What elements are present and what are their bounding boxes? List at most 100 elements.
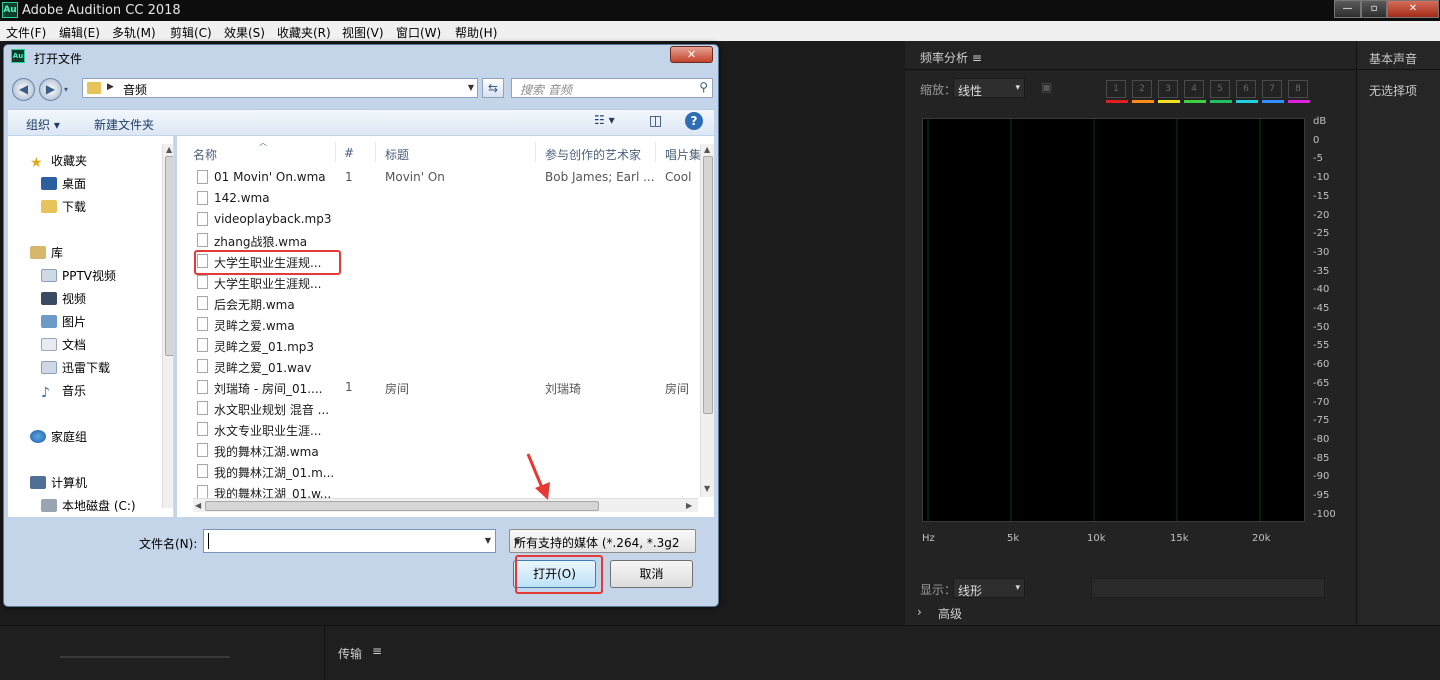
- file-row[interactable]: videoplayback.mp3: [177, 209, 697, 230]
- menu-clip[interactable]: 剪辑(C): [170, 24, 212, 41]
- file-row[interactable]: 我的舞林江湖_01.m...: [177, 461, 697, 482]
- search-input[interactable]: 搜索 音频 ⚲: [511, 78, 713, 98]
- advanced-label[interactable]: 高级: [938, 605, 962, 622]
- scroll-right-icon[interactable]: ▶: [686, 501, 692, 510]
- menu-window[interactable]: 窗口(W): [396, 24, 441, 41]
- nav-homegroup[interactable]: 家庭组: [30, 428, 87, 445]
- nav-scrollbar[interactable]: ▲: [162, 144, 173, 508]
- chevron-down-icon[interactable]: ▼: [468, 83, 474, 92]
- nav-documents[interactable]: 文档: [41, 336, 86, 353]
- menu-multitrack[interactable]: 多轨(M): [112, 24, 156, 41]
- channel-6-button[interactable]: 6: [1236, 80, 1258, 103]
- column-album[interactable]: 唱片集: [665, 146, 701, 163]
- zoom-select[interactable]: 线性 ▾: [953, 78, 1025, 98]
- view-options-icon[interactable]: ☷ ▾: [594, 113, 615, 127]
- back-button[interactable]: ◀: [12, 78, 35, 101]
- file-name: 我的舞林江湖_01.m...: [214, 466, 335, 480]
- cancel-button[interactable]: 取消: [610, 560, 693, 588]
- search-icon[interactable]: ⚲: [699, 80, 708, 94]
- volume-slider[interactable]: [60, 656, 230, 658]
- nav-desktop[interactable]: 桌面: [41, 175, 86, 192]
- menu-edit[interactable]: 编辑(E): [59, 24, 100, 41]
- scroll-down-icon[interactable]: ▼: [704, 484, 710, 493]
- breadcrumb-arrow-icon[interactable]: ▶: [107, 82, 114, 92]
- channel-4-button[interactable]: 4: [1184, 80, 1206, 103]
- preview-pane-icon[interactable]: ◫: [649, 113, 662, 129]
- column-separator[interactable]: [335, 142, 336, 162]
- history-dropdown-icon[interactable]: ▾: [64, 85, 68, 94]
- column-name[interactable]: 名称: [193, 146, 217, 163]
- chevron-right-icon[interactable]: ›: [917, 605, 922, 619]
- menu-view[interactable]: 视图(V): [342, 24, 384, 41]
- file-list-hscrollbar[interactable]: ◀ ▶: [193, 498, 698, 512]
- menu-favorites[interactable]: 收藏夹(R): [277, 24, 331, 41]
- vscroll-thumb[interactable]: [703, 156, 713, 414]
- column-separator[interactable]: [375, 142, 376, 162]
- file-row[interactable]: 大学生职业生涯规...: [177, 272, 697, 293]
- column-title[interactable]: 标题: [385, 146, 409, 163]
- nav-scroll-thumb[interactable]: [165, 156, 173, 356]
- menu-file[interactable]: 文件(F): [6, 24, 46, 41]
- help-icon[interactable]: ?: [685, 112, 703, 130]
- refresh-button[interactable]: ⇆: [482, 78, 504, 98]
- file-type-filter[interactable]: 所有支持的媒体 (*.264, *.3g2, ▼: [509, 529, 696, 553]
- channel-7-button[interactable]: 7: [1262, 80, 1284, 103]
- column-number[interactable]: #: [344, 146, 354, 160]
- forward-button[interactable]: ▶: [39, 78, 62, 101]
- address-bar[interactable]: ▶ 音频 ▼: [82, 78, 478, 98]
- scroll-up-icon[interactable]: ▲: [166, 145, 172, 154]
- file-row[interactable]: 灵眸之爱_01.mp3: [177, 335, 697, 356]
- nav-local-disk[interactable]: 本地磁盘 (C:): [41, 497, 136, 514]
- nav-pptv[interactable]: PPTV视频: [41, 267, 116, 284]
- minimize-button[interactable]: —: [1334, 0, 1361, 18]
- column-artist[interactable]: 参与创作的艺术家: [545, 146, 641, 163]
- column-separator[interactable]: [655, 142, 656, 162]
- file-row[interactable]: 我的舞林江湖.wma: [177, 440, 697, 461]
- nav-videos[interactable]: 视频: [41, 290, 86, 307]
- display-select[interactable]: 线形 ▾: [953, 578, 1025, 598]
- chevron-down-icon[interactable]: ▼: [485, 536, 491, 545]
- file-row[interactable]: 灵眸之爱.wma: [177, 314, 697, 335]
- file-row[interactable]: 水文专业职业生涯...: [177, 419, 697, 440]
- lock-icon[interactable]: ▣: [1041, 80, 1052, 94]
- file-icon: [197, 380, 208, 394]
- nav-downloads[interactable]: 下载: [41, 198, 86, 215]
- file-row[interactable]: 142.wma: [177, 188, 697, 209]
- panel-menu-icon[interactable]: ≡: [372, 644, 382, 658]
- nav-libraries[interactable]: 库: [30, 244, 63, 261]
- spectrum-graph[interactable]: [922, 118, 1305, 522]
- new-folder-button[interactable]: 新建文件夹: [94, 116, 154, 133]
- channel-1-button[interactable]: 1: [1106, 80, 1128, 103]
- file-row[interactable]: 水文职业规划 混音 ...: [177, 398, 697, 419]
- column-separator[interactable]: [535, 142, 536, 162]
- organize-button[interactable]: 组织 ▾: [26, 116, 60, 133]
- channel-5-button[interactable]: 5: [1210, 80, 1232, 103]
- channel-8-button[interactable]: 8: [1288, 80, 1310, 103]
- dialog-close-button[interactable]: ✕: [670, 46, 713, 63]
- menu-effects[interactable]: 效果(S): [224, 24, 265, 41]
- breadcrumb-audio[interactable]: 音频: [123, 81, 147, 98]
- file-list-vscrollbar[interactable]: ▲ ▼: [700, 144, 714, 497]
- nav-favorites[interactable]: ★ 收藏夹: [30, 152, 87, 171]
- channel-2-button[interactable]: 2: [1132, 80, 1154, 103]
- channel-3-button[interactable]: 3: [1158, 80, 1180, 103]
- file-row[interactable]: 01 Movin' On.wma 1 Movin' On Bob James; Ear…: [177, 167, 697, 188]
- nav-xunlei[interactable]: 迅雷下载: [41, 359, 110, 376]
- close-app-button[interactable]: ✕: [1387, 0, 1439, 18]
- file-row[interactable]: 灵眸之爱_01.wav: [177, 356, 697, 377]
- menu-help[interactable]: 帮助(H): [455, 24, 497, 41]
- file-icon: [197, 191, 208, 205]
- hscroll-thumb[interactable]: [205, 501, 599, 511]
- no-selection-label: 无选择项: [1369, 84, 1418, 98]
- scroll-left-icon[interactable]: ◀: [195, 501, 201, 510]
- file-row[interactable]: 后会无期.wma: [177, 293, 697, 314]
- nav-pictures[interactable]: 图片: [41, 313, 86, 330]
- nav-computer[interactable]: 计算机: [30, 474, 87, 491]
- file-row[interactable]: 刘瑞琦 - 房间_01.... 1 房间 刘瑞琦 房间: [177, 377, 697, 398]
- file-row[interactable]: zhang战狼.wma: [177, 230, 697, 251]
- scroll-up-icon[interactable]: ▲: [704, 145, 710, 154]
- nav-music[interactable]: ♪ 音乐: [41, 382, 86, 401]
- filename-input[interactable]: ▼: [203, 529, 496, 553]
- panel-menu-icon[interactable]: ≡: [972, 51, 982, 65]
- maximize-button[interactable]: ▫: [1361, 0, 1387, 18]
